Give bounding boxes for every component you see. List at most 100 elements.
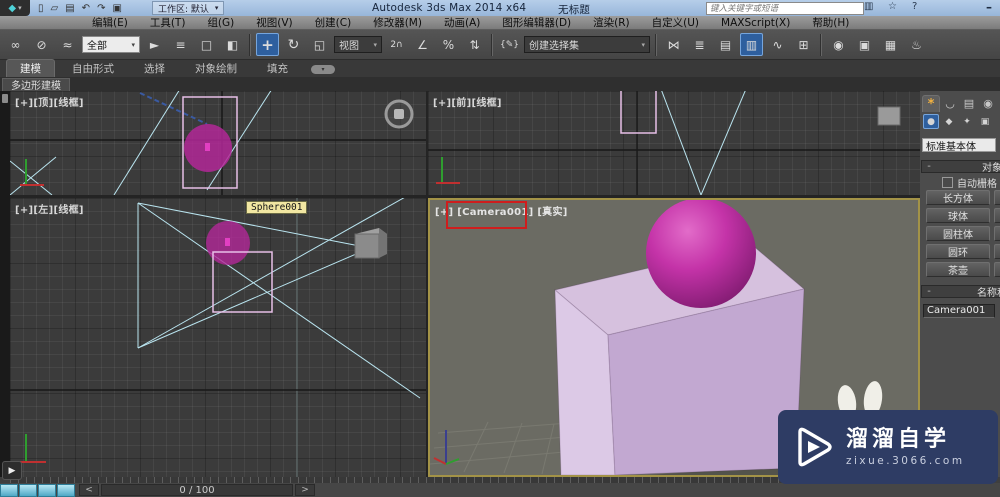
menu-graph-editors[interactable]: 图形编辑器(D) — [502, 15, 571, 30]
name-color-rollout-header[interactable]: - 名称和颜色 — [921, 285, 1000, 299]
viewport-front-label[interactable]: [+][前][线框] — [433, 94, 502, 109]
viewport-front[interactable]: [+][前][线框] — [428, 91, 920, 195]
ribbon-tab-selection[interactable]: 选择 — [131, 60, 178, 77]
viewport-top-label[interactable]: [+][顶][线框] — [15, 94, 84, 109]
ribbon-tab-modeling[interactable]: 建模 — [6, 59, 55, 77]
named-selection-sets-dropdown[interactable]: 创建选择集 ▾ — [524, 36, 650, 53]
select-and-move-icon[interactable]: + — [256, 33, 279, 56]
app-logo-button[interactable]: ◆ ▾ — [0, 0, 30, 16]
menu-rendering[interactable]: 渲染(R) — [593, 15, 630, 30]
open-file-icon[interactable]: ▱ — [51, 3, 59, 14]
menu-group[interactable]: 组(G) — [207, 15, 234, 30]
unlink-selection-icon[interactable]: ⊘ — [30, 33, 53, 56]
autogrid-checkbox[interactable] — [942, 176, 953, 188]
viewport-horizontal-divider[interactable] — [10, 195, 920, 198]
geometry-type-dropdown[interactable]: 标准基本体 — [922, 138, 996, 153]
percent-snap-icon[interactable]: % — [437, 33, 460, 56]
plane-button-clipped[interactable] — [994, 262, 1000, 277]
object-type-rollout-header[interactable]: - 对象类型 — [921, 160, 1000, 174]
box-button[interactable]: 长方体 — [926, 190, 990, 205]
angle-snap-icon[interactable]: ∠ — [411, 33, 434, 56]
category-geometry[interactable]: ● — [923, 114, 939, 129]
save-file-icon[interactable]: ▤ — [65, 3, 74, 14]
curve-editor-icon[interactable]: ∿ — [766, 33, 789, 56]
minimize-button[interactable]: – — [986, 0, 992, 14]
schematic-view-icon[interactable]: ⊞ — [792, 33, 815, 56]
viewport-camera-label-shading[interactable]: [真实] — [537, 207, 567, 218]
window-crossing-icon[interactable]: ◧ — [221, 33, 244, 56]
edit-named-selection-sets-icon[interactable]: {✎} — [498, 33, 521, 56]
spinner-snap-icon[interactable]: ⇅ — [463, 33, 486, 56]
material-editor-icon[interactable]: ◉ — [827, 33, 850, 56]
project-folder-icon[interactable]: ▣ — [112, 3, 121, 14]
menu-tools[interactable]: 工具(T) — [150, 15, 186, 30]
chevron-down-icon: ▾ — [321, 66, 325, 73]
expand-button[interactable]: ▶ — [2, 461, 22, 480]
select-object-icon[interactable]: ► — [143, 33, 166, 56]
ribbon-tab-object-paint[interactable]: 对象绘制 — [182, 60, 250, 77]
menu-maxscript[interactable]: MAXScript(X) — [721, 17, 790, 29]
cylinder-button[interactable]: 圆柱体 — [926, 226, 990, 241]
rectangular-selection-region-icon[interactable]: □ — [195, 33, 218, 56]
graphite-ribbon-toggle-icon[interactable]: ▥ — [740, 33, 763, 56]
menu-customize[interactable]: 自定义(U) — [652, 15, 699, 30]
toolbar-separator — [655, 33, 657, 56]
sphere-button[interactable]: 球体 — [926, 208, 990, 223]
bottom-left-teal-buttons[interactable] — [0, 483, 75, 497]
undo-icon[interactable]: ↶ — [82, 3, 90, 14]
workspace-dropdown[interactable]: 工作区: 默认 ▾ — [152, 1, 225, 15]
mirror-icon[interactable]: ⋈ — [662, 33, 685, 56]
layer-manager-icon[interactable]: ▤ — [714, 33, 737, 56]
ribbon-tab-populate[interactable]: 填充 — [254, 60, 301, 77]
reference-coordinate-dropdown[interactable]: 视图 ▾ — [334, 36, 382, 53]
teapot-button[interactable]: 茶壶 — [926, 262, 990, 277]
ribbon-tab-freeform[interactable]: 自由形式 — [59, 60, 127, 77]
selection-filter-dropdown[interactable]: 全部 ▾ — [82, 36, 140, 53]
cone-button-clipped[interactable] — [994, 190, 1000, 205]
align-icon[interactable]: ≣ — [688, 33, 711, 56]
menu-help[interactable]: 帮助(H) — [812, 15, 849, 30]
snaps-toggle-icon[interactable]: 2∩ — [385, 33, 408, 56]
tab-hierarchy[interactable]: ▤ — [960, 95, 978, 112]
pyramid-button-clipped[interactable] — [994, 244, 1000, 259]
menu-views[interactable]: 视图(V) — [256, 15, 292, 30]
new-file-icon[interactable]: ▯ — [38, 3, 44, 14]
tab-modify[interactable]: ◡ — [941, 95, 959, 112]
geosphere-button-clipped[interactable] — [994, 208, 1000, 223]
frame-counter[interactable]: 0 / 100 — [101, 484, 293, 496]
menu-modifiers[interactable]: 修改器(M) — [373, 15, 422, 30]
menu-edit[interactable]: 编辑(E) — [92, 15, 128, 30]
favorites-star-icon[interactable]: ☆ — [888, 1, 897, 12]
tab-motion[interactable]: ◉ — [979, 95, 997, 112]
viewport-top[interactable]: [+][顶][线框] — [10, 91, 426, 195]
help-icon[interactable]: ? — [912, 1, 917, 12]
next-frame-button[interactable]: > — [295, 484, 315, 496]
rendered-frame-window-icon[interactable]: ▦ — [879, 33, 902, 56]
render-setup-icon[interactable]: ▣ — [853, 33, 876, 56]
viewport-strip-icon[interactable] — [2, 94, 8, 103]
viewport-left[interactable]: [+][左][线框] Sphere001 — [10, 198, 426, 477]
viewport-vertical-divider[interactable] — [426, 91, 428, 477]
bind-to-space-warp-icon[interactable]: ≈ — [56, 33, 79, 56]
ribbon-minimize-button[interactable]: ▾ — [311, 65, 335, 74]
select-and-scale-icon[interactable]: ◱ — [308, 33, 331, 56]
polygon-modeling-panel-tab[interactable]: 多边形建模 — [2, 77, 70, 92]
search-input[interactable] — [706, 2, 864, 15]
previous-frame-button[interactable]: < — [79, 484, 99, 496]
render-production-icon[interactable]: ♨ — [905, 33, 928, 56]
category-cameras[interactable]: ▣ — [977, 114, 993, 129]
category-shapes[interactable]: ◆ — [941, 114, 957, 129]
tab-create[interactable]: * — [922, 95, 940, 112]
menu-animation[interactable]: 动画(A) — [444, 15, 480, 30]
object-name-field[interactable] — [923, 303, 995, 318]
communication-center-icon[interactable]: ▥ — [864, 1, 873, 12]
select-and-rotate-icon[interactable]: ↻ — [282, 33, 305, 56]
redo-icon[interactable]: ↷ — [97, 3, 105, 14]
select-by-name-icon[interactable]: ≡ — [169, 33, 192, 56]
category-lights[interactable]: ✦ — [959, 114, 975, 129]
viewport-left-label[interactable]: [+][左][线框] — [15, 201, 84, 216]
menu-create[interactable]: 创建(C) — [315, 15, 352, 30]
select-and-link-icon[interactable]: ∞ — [4, 33, 27, 56]
torus-button[interactable]: 圆环 — [926, 244, 990, 259]
tube-button-clipped[interactable] — [994, 226, 1000, 241]
